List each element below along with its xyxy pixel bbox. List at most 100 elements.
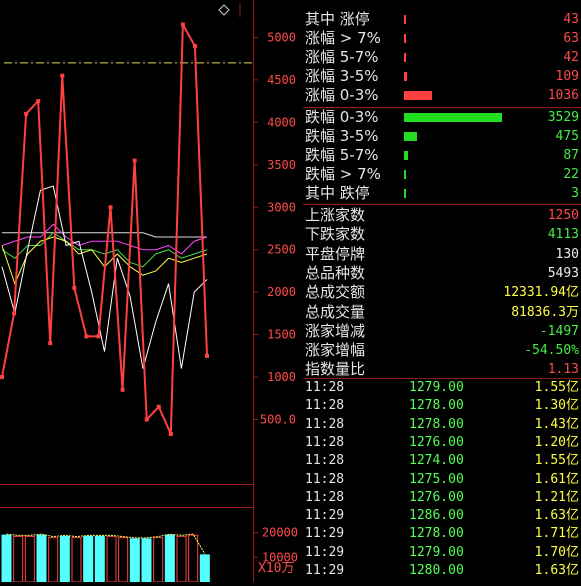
- data-point: [168, 431, 173, 436]
- trade-price: 1276.00: [409, 434, 464, 450]
- data-point: [36, 99, 41, 104]
- trade-volume-unit: 亿: [565, 544, 579, 560]
- summary-value: 12331.94亿: [503, 285, 579, 301]
- stat-row: 跌幅 3-5% 475: [303, 127, 581, 146]
- trade-volume-value: 1.61: [534, 471, 566, 487]
- summary-value: 1250: [547, 208, 579, 223]
- summary-value: -54.50%: [524, 343, 579, 359]
- trade-time: 11:28: [305, 471, 345, 487]
- trade-volume-value: 1.43: [534, 416, 566, 432]
- trade-time: 11:29: [305, 526, 345, 542]
- volume-bar: [94, 535, 105, 583]
- data-point: [96, 334, 101, 339]
- stat-value: 109: [555, 69, 579, 84]
- stat-value: 42: [563, 50, 579, 65]
- data-point: [72, 285, 77, 290]
- trade-volume: 1.30亿: [535, 397, 579, 415]
- summary-label: 指数量比: [305, 360, 366, 379]
- stat-label: 跌幅 5-7%: [305, 146, 379, 164]
- trade-volume-unit: 亿: [565, 416, 579, 432]
- data-point: [180, 22, 185, 27]
- volume-bar: [106, 535, 117, 583]
- trade-volume-unit: 亿: [565, 453, 579, 469]
- volume-bar: [176, 535, 187, 583]
- stat-row: 跌幅 > 7% 22: [303, 165, 581, 184]
- y-tick-label: 2500: [267, 243, 296, 257]
- stats-panel: 其中 涨停 43 涨幅 > 7% 63 涨幅 5-7% 42 涨幅 3-5% 109 涨幅 0-…: [303, 0, 581, 582]
- trade-time: 11:29: [305, 563, 345, 578]
- summary-label: 下跌家数: [305, 225, 366, 244]
- stat-row: 跌幅 5-7% 87: [303, 146, 581, 165]
- chart-area[interactable]: 5500 5000 4500 4000 3500 3000 2500 2000 1500 1000…: [0, 0, 302, 583]
- stat-label: 跌幅 3-5%: [305, 127, 379, 145]
- stat-bar: [404, 15, 406, 24]
- trade-volume-unit: 亿: [565, 380, 579, 395]
- trade-volume: 1.70亿: [535, 544, 579, 562]
- trade-price: 1280.00: [409, 563, 464, 578]
- volume-average-line: [6, 533, 206, 555]
- trade-row: 11:28 1276.00 1.20亿: [303, 434, 581, 452]
- volume-bar: [153, 537, 164, 583]
- stat-value: 1036: [547, 88, 579, 103]
- summary-row: 总成交量 81836.3万: [303, 303, 581, 322]
- y-tick-label: 4000: [267, 115, 296, 129]
- chart-svg: 5500 5000 4500 4000 3500 3000 2500 2000 1500 1000…: [0, 0, 298, 583]
- stat-row: 其中 涨停 43: [303, 10, 581, 29]
- y-tick-label: 3000: [267, 200, 296, 214]
- stat-value: 475: [555, 129, 579, 144]
- trade-volume: 1.20亿: [535, 434, 579, 452]
- summary-row: 上涨家数 1250: [303, 206, 581, 225]
- trade-volume: 1.63亿: [535, 507, 579, 525]
- y-tick-label: 5000: [267, 30, 296, 44]
- trade-volume-value: 1.63: [534, 508, 566, 524]
- trade-volume-value: 1.20: [534, 434, 566, 450]
- stat-row: 涨幅 5-7% 42: [303, 48, 581, 67]
- volume-bar: [141, 538, 152, 583]
- trade-volume-unit: 亿: [565, 471, 579, 487]
- trade-volume: 1.21亿: [535, 489, 579, 507]
- summary-value: 4113: [547, 227, 579, 243]
- trade-volume-unit: 亿: [565, 398, 579, 414]
- summary-row: 总成交额 12331.94亿: [303, 283, 581, 302]
- trade-volume-unit: 亿: [565, 563, 579, 578]
- data-point: [12, 311, 17, 316]
- volume-bar: [24, 535, 35, 583]
- summary-row: 指数量比 1.13: [303, 360, 581, 379]
- stat-label: 其中 涨停: [305, 10, 370, 28]
- stat-row: 其中 跌停 3: [303, 184, 581, 203]
- y-tick-label: 4500: [267, 73, 296, 87]
- data-point: [144, 417, 149, 422]
- y-tick-label: 3500: [267, 158, 296, 172]
- data-point: [108, 205, 113, 210]
- trade-volume: 1.63亿: [535, 562, 579, 580]
- stat-row: 涨幅 3-5% 109: [303, 67, 581, 86]
- data-point: [24, 111, 29, 116]
- trade-row: 11:29 1278.00 1.71亿: [303, 525, 581, 543]
- data-point: [156, 404, 161, 409]
- y-tick-label: 1000: [267, 370, 296, 384]
- summary-label: 平盘停牌: [305, 244, 366, 263]
- trade-volume-value: 1.71: [534, 526, 566, 542]
- summary-value: 81836.3万: [511, 304, 579, 320]
- stat-label: 其中 跌停: [305, 184, 370, 202]
- summary-value: 130: [555, 246, 579, 262]
- stat-label: 涨幅 5-7%: [305, 48, 379, 66]
- trade-row: 11:29 1279.00 1.70亿: [303, 544, 581, 562]
- summary-value: 5493: [547, 265, 579, 281]
- trade-time: 11:28: [305, 434, 345, 450]
- stat-value: 43: [563, 12, 579, 27]
- y-tick-label: 500.0: [260, 413, 296, 427]
- trade-price: 1278.00: [409, 526, 464, 542]
- data-point: [0, 375, 4, 380]
- trade-price: 1286.00: [409, 508, 464, 524]
- trade-row: 11:28 1275.00 1.61亿: [303, 471, 581, 489]
- stat-label: 跌幅 > 7%: [305, 165, 381, 183]
- data-point: [84, 334, 89, 339]
- volume-bar: [13, 535, 24, 583]
- trade-volume-unit: 亿: [565, 526, 579, 542]
- stat-bar: [404, 72, 407, 81]
- stat-row: 跌幅 0-3% 3529: [303, 108, 581, 127]
- y-tick-label: 1500: [267, 328, 296, 342]
- diamond-icon[interactable]: [218, 4, 230, 16]
- summary-label: 总品种数: [305, 263, 366, 282]
